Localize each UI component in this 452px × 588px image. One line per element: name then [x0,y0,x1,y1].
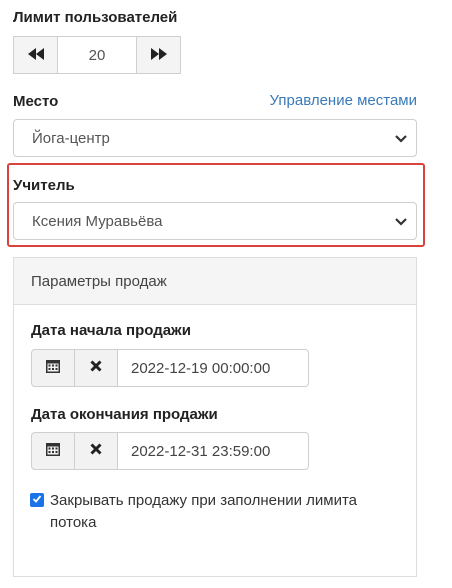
sale-end-calendar-button[interactable] [31,432,75,470]
checkmark-icon [32,491,42,509]
sale-end-label: Дата окончания продажи [31,406,218,423]
close-on-limit-checkbox[interactable] [30,493,44,507]
close-on-limit-row: Закрывать продажу при заполнении лимита … [30,490,400,534]
teacher-select[interactable]: Ксения Муравьёва [13,202,417,240]
sale-start-clear-button[interactable] [74,349,118,387]
sale-end-input[interactable]: 2022-12-31 23:59:00 [117,432,309,470]
chevron-down-icon [394,131,408,145]
sale-start-datepicker: 2022-12-19 00:00:00 [31,349,309,387]
sale-end-datepicker: 2022-12-31 23:59:00 [31,432,309,470]
user-limit-value[interactable]: 20 [58,37,136,73]
decrement-button[interactable] [14,37,58,73]
increment-button[interactable] [136,37,180,73]
place-label: Место [13,93,59,110]
chevron-down-icon [394,214,408,228]
sales-panel-title: Параметры продаж [14,257,416,305]
close-on-limit-label: Закрывать продажу при заполнении лимита … [50,492,358,531]
double-right-arrow-icon [150,47,167,63]
sales-parameters-panel: Параметры продаж Дата начала продажи 202… [13,257,417,577]
manage-places-link[interactable]: Управление местами [270,92,417,109]
calendar-icon [46,442,60,461]
place-select[interactable]: Йога-центр [13,119,417,157]
clear-x-icon [90,359,102,377]
double-left-arrow-icon [27,47,44,63]
calendar-icon [46,359,60,378]
user-limit-stepper: 20 [13,36,181,74]
teacher-select-value: Ксения Муравьёва [32,212,163,230]
clear-x-icon [90,442,102,460]
place-select-value: Йога-центр [32,129,110,147]
user-limit-label: Лимит пользователей [13,9,178,26]
sale-start-input[interactable]: 2022-12-19 00:00:00 [117,349,309,387]
sale-start-calendar-button[interactable] [31,349,75,387]
teacher-label: Учитель [13,177,75,194]
sale-start-label: Дата начала продажи [31,322,191,339]
sale-end-clear-button[interactable] [74,432,118,470]
